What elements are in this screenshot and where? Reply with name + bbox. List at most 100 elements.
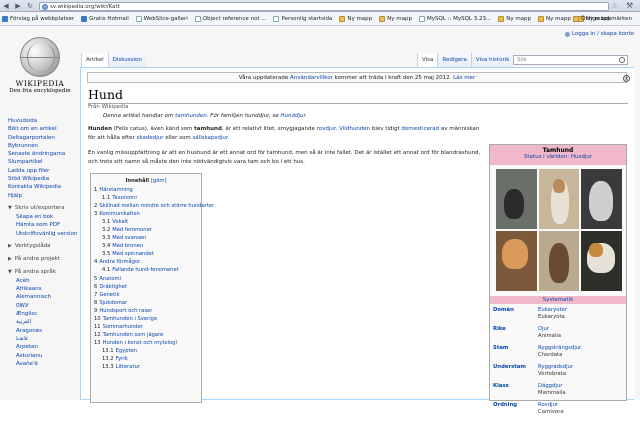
toc-entry[interactable]: 10 Tamhunden i Sverige — [94, 315, 198, 323]
bookmark-item[interactable]: Ny mapp — [498, 15, 531, 22]
taxon-link[interactable]: Däggdjur — [538, 383, 562, 389]
language-link[interactable]: Alemannisch — [16, 293, 78, 301]
language-link[interactable]: Ænglisc — [16, 310, 78, 318]
toc-link[interactable]: Hunden i konst och mytologi — [103, 340, 177, 346]
toc-entry[interactable]: 11 Sommarhunder — [94, 323, 198, 331]
bookmark-item[interactable]: Ny mapp — [339, 15, 372, 22]
toc-link[interactable]: Anatomi — [99, 276, 121, 282]
cat-photo[interactable] — [496, 231, 537, 291]
toc-entry[interactable]: 13.3 Litteratur — [94, 363, 198, 371]
toc-link[interactable]: Genetik — [99, 292, 119, 298]
wrench-icon[interactable]: ⚒ — [626, 1, 633, 10]
tab-artikel[interactable]: Artikel — [81, 53, 108, 67]
toc-entry[interactable]: 6 Dräktighet — [94, 283, 198, 291]
toc-link[interactable]: Med spinnandet — [112, 251, 154, 257]
toc-entry[interactable]: 8 Sjukdomar — [94, 299, 198, 307]
taxonomy-rank[interactable]: Stam — [493, 345, 538, 364]
toc-entry[interactable]: 3.3 Med svansen — [94, 234, 198, 242]
link-domesticerad[interactable]: domesticerad — [401, 126, 439, 132]
toc-entry[interactable]: 12 Tamhunden som jägare — [94, 331, 198, 339]
toc-entry[interactable]: 2 Skillnad mellan mindre och större hunda… — [94, 202, 214, 210]
toc-link[interactable]: Hundsport och raser — [99, 308, 152, 314]
link-sallskapsdjur[interactable]: sällskapsdjur — [192, 135, 227, 141]
search-input[interactable]: Sök — [513, 55, 628, 65]
sidebar-section-languages[interactable]: ▼ På andra språk — [8, 268, 78, 277]
toc-entry[interactable]: 3.4 Med bronen — [94, 242, 198, 250]
toc-link[interactable]: Skillnad mellan mindre och större hundar… — [99, 203, 214, 209]
language-link[interactable]: Arpetan — [16, 343, 78, 351]
conservation-status-link[interactable]: Status i världen: Husdjur — [524, 154, 592, 160]
sidebar-nav-link[interactable]: Bybrunnen — [8, 142, 78, 150]
toc-entry[interactable]: 9 Hundsport och raser — [94, 307, 198, 315]
toc-link[interactable]: Egypten — [116, 348, 137, 354]
toc-entry[interactable]: 3.2 Med feromoner — [94, 226, 198, 234]
personal-tools[interactable]: Logga in / skapa konto — [564, 31, 634, 37]
toc-link[interactable]: Vokalt — [112, 219, 128, 225]
taxonomy-rank[interactable]: Rike — [493, 326, 538, 345]
taxon-link[interactable]: Rovdjur — [538, 402, 558, 408]
sidebar-nav-link[interactable]: Hjälp — [8, 192, 78, 200]
toc-entry[interactable]: 1 Härstamning — [94, 186, 198, 194]
toc-hide-link[interactable]: [göm] — [151, 178, 167, 184]
sidebar-nav-link[interactable]: Senaste ändringarna — [8, 150, 78, 158]
toc-entry[interactable]: 4.1 Fallande hund-fenomenet — [94, 266, 198, 274]
language-link[interactable]: ᏣᎳᎩ — [16, 302, 78, 310]
taxon-link[interactable]: Eukaryoter — [538, 307, 567, 313]
taxonomy-rank[interactable]: Ordning — [493, 402, 538, 421]
toc-link[interactable]: Härstamning — [99, 187, 133, 193]
hatnote-link-tamhund[interactable]: tamhunden — [175, 113, 207, 119]
language-link[interactable]: Afrikaans — [16, 285, 78, 293]
bookmark-item[interactable]: Gratis Hotmail — [81, 15, 129, 22]
login-link[interactable]: Logga in / skapa konto — [572, 31, 634, 37]
toc-entry[interactable]: 4 Andra förmågor — [94, 258, 198, 266]
toc-entry[interactable]: 7 Genetik — [94, 291, 198, 299]
sidebar-nav-link[interactable]: Bikt om en artikel — [8, 125, 78, 133]
sidebar-section-tools[interactable]: ▶ Verktygslåda — [8, 242, 78, 251]
link-vildhunden[interactable]: Vildhunden — [339, 126, 370, 132]
sidebar-print-link[interactable]: Utskriftsvänlig version — [16, 230, 78, 238]
sidebar-print-link[interactable]: Hämta som PDF — [16, 221, 78, 229]
search-icon[interactable] — [619, 57, 625, 63]
language-link[interactable]: Aragonés — [16, 327, 78, 335]
sidebar-nav-link[interactable]: Ladda upp filer — [8, 167, 78, 175]
toc-entry[interactable]: 13.1 Egypten — [94, 347, 198, 355]
sidebar-nav-link[interactable]: Deltagarportalen — [8, 134, 78, 142]
language-link[interactable]: Acèh — [16, 277, 78, 285]
language-link[interactable]: ܐܪܡܝܐ — [16, 335, 78, 343]
sidebar-print-link[interactable]: Skapa en bok — [16, 213, 78, 221]
toc-entry[interactable]: 1.1 Taxonomi — [94, 194, 198, 202]
toc-entry[interactable]: 13 Hunden i konst och mytologi — [94, 339, 198, 347]
taxon-link[interactable]: Djur — [538, 326, 549, 332]
bookmark-star-icon[interactable]: ☆ — [611, 1, 618, 10]
wikipedia-logo[interactable]: WIKIPEDIA Den fria encyklopedin — [6, 37, 74, 107]
tab-view-action[interactable]: Redigera — [437, 53, 471, 67]
tab-view-action[interactable]: Visa — [417, 53, 438, 67]
close-icon[interactable]: × — [623, 75, 630, 82]
toc-entry[interactable]: 5 Anatomi — [94, 275, 198, 283]
sidebar-section-projects[interactable]: ▶ På andra projekt — [8, 255, 78, 264]
address-bar[interactable]: sv.wikipedia.org/wiki/Katt — [39, 2, 609, 11]
other-bookmarks[interactable]: Övriga bokmärken — [573, 16, 632, 22]
hatnote-link-hunddjur[interactable]: Hunddjur — [280, 113, 305, 119]
link-skadedjur[interactable]: skadedjur — [137, 135, 164, 141]
sidebar-section-print[interactable]: ▼ Skriv ut/exportera — [8, 204, 78, 213]
read-more-link[interactable]: Läs mer — [453, 75, 475, 81]
toc-link[interactable]: Fyrik — [116, 356, 128, 362]
tab-diskussion[interactable]: Diskussion — [107, 53, 146, 67]
toc-link[interactable]: Fallande hund-fenomenet — [112, 267, 178, 273]
taxon-link[interactable]: Ryggradsdjur — [538, 364, 573, 370]
infobox-photo-grid[interactable] — [496, 169, 622, 291]
taxon-link[interactable]: Ryggsträngsdjur — [538, 345, 581, 351]
terms-link[interactable]: Användarvillkor — [290, 75, 333, 81]
toc-entry[interactable]: 3.5 Med spinnandet — [94, 250, 198, 258]
reload-icon[interactable]: ↻ — [24, 1, 36, 11]
bookmark-item[interactable]: Personlig startsida — [273, 15, 332, 22]
language-link[interactable]: Avañe'ẽ — [16, 360, 78, 368]
sidebar-nav-link[interactable]: Kontakta Wikipedia — [8, 183, 78, 191]
toc-link[interactable]: Sommarhunder — [103, 324, 143, 330]
sidebar-nav-link[interactable]: Huvudsida — [8, 117, 78, 125]
tab-view-action[interactable]: Visa historik — [470, 53, 514, 67]
bookmark-item[interactable]: Object reference not ... — [194, 15, 266, 22]
bookmark-item[interactable]: Ny mapp — [379, 15, 412, 22]
toc-link[interactable]: Kommunikation — [99, 211, 139, 217]
